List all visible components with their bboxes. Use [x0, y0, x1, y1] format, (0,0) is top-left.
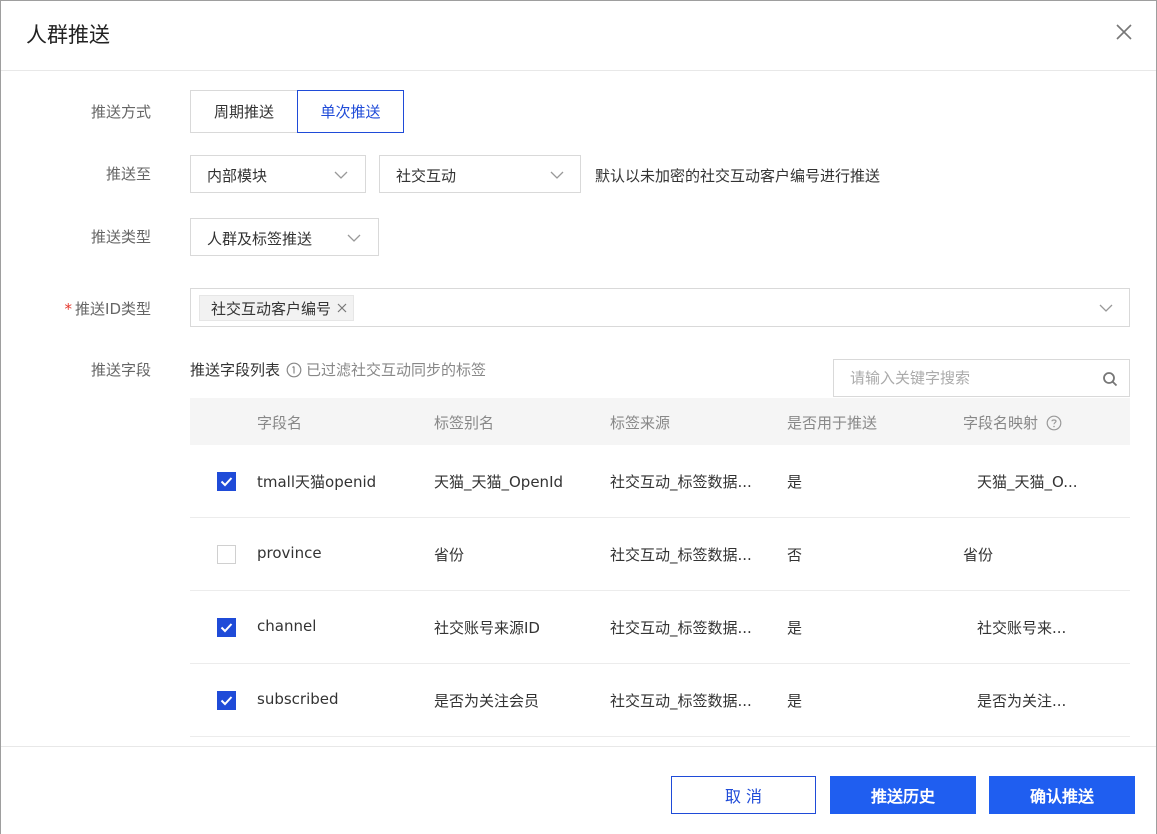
cell-used-for-push: 是: [787, 619, 803, 637]
dialog-header: 人群推送: [1, 1, 1156, 71]
field-list-title: 推送字段列表: [190, 361, 281, 379]
push-target-value: 社交互动: [396, 167, 457, 185]
dialog-title: 人群推送: [26, 23, 110, 47]
cell-field-name: province: [257, 544, 322, 562]
help-icon[interactable]: [1046, 415, 1062, 431]
row-checkbox[interactable]: [217, 691, 236, 710]
search-input[interactable]: [834, 360, 1094, 396]
push-target-select[interactable]: 社交互动: [379, 155, 581, 193]
push-type-label: 推送类型: [90, 228, 151, 246]
dialog-footer: 取 消 推送历史 确认推送: [1, 746, 1156, 834]
cell-field-mapping[interactable]: 天猫_天猫_O...: [977, 471, 1117, 492]
cell-field-mapping[interactable]: 是否为关注...: [977, 690, 1117, 711]
cell-used-for-push: 是: [787, 473, 803, 491]
push-to-label: 推送至: [105, 165, 151, 183]
cell-tag-source: 社交互动_标签数据...: [610, 473, 752, 491]
row-checkbox[interactable]: [217, 472, 236, 491]
cell-tag-source: 社交互动_标签数据...: [610, 619, 752, 637]
chevron-down-icon: [1099, 304, 1113, 312]
field-list-header: 推送字段列表 已过滤社交互动同步的标签: [190, 359, 486, 380]
id-type-tag: 社交互动客户编号: [199, 295, 355, 321]
cell-tag-source: 社交互动_标签数据...: [610, 546, 752, 564]
row-checkbox[interactable]: [217, 618, 236, 637]
search-icon[interactable]: [1102, 371, 1118, 387]
push-to-hint: 默认以未加密的社交互动客户编号进行推送: [595, 167, 881, 185]
push-dialog: 人群推送 推送方式 周期推送 单次推送 推送至 内部模块 社交互动 默认以未加密…: [0, 0, 1157, 834]
column-field-mapping-label: 字段名映射: [963, 414, 1039, 432]
table-row: channel 社交账号来源ID 社交互动_标签数据... 是 社交账号来...: [190, 591, 1130, 664]
tag-remove-icon[interactable]: [337, 303, 347, 313]
info-icon: [286, 362, 302, 378]
push-id-type-select[interactable]: 社交互动客户编号: [190, 288, 1130, 327]
field-search[interactable]: [833, 359, 1130, 397]
push-mode-periodic[interactable]: 周期推送: [190, 90, 298, 133]
row-checkbox[interactable]: [217, 545, 236, 564]
push-mode-single[interactable]: 单次推送: [297, 90, 404, 133]
column-tag-alias: 标签别名: [434, 414, 495, 432]
cell-field-name: tmall天猫openid: [257, 473, 377, 491]
cell-used-for-push: 是: [787, 692, 803, 710]
cell-field-mapping[interactable]: 社交账号来...: [977, 617, 1117, 638]
table-row: province 省份 社交互动_标签数据... 否 省份: [190, 518, 1130, 591]
close-icon[interactable]: [1113, 21, 1135, 43]
id-type-tag-label: 社交互动客户编号: [211, 299, 332, 318]
cell-field-name: subscribed: [257, 690, 339, 708]
chevron-down-icon: [347, 234, 361, 242]
push-type-value: 人群及标签推送: [207, 230, 313, 248]
cell-used-for-push: 否: [787, 546, 803, 564]
cell-tag-alias: 社交账号来源ID: [434, 619, 540, 637]
cell-field-mapping: 省份: [963, 546, 994, 564]
push-history-button[interactable]: 推送历史: [830, 776, 976, 814]
table-header: 字段名 标签别名 标签来源 是否用于推送 字段名映射: [190, 398, 1130, 445]
cell-tag-alias: 省份: [434, 546, 465, 564]
push-fields-label: 推送字段: [90, 361, 151, 379]
column-tag-source: 标签来源: [610, 414, 671, 432]
column-field-mapping: 字段名映射: [963, 412, 1062, 433]
push-module-select[interactable]: 内部模块: [190, 155, 366, 193]
cell-tag-alias: 是否为关注会员: [434, 692, 540, 710]
confirm-push-button[interactable]: 确认推送: [989, 776, 1135, 814]
required-mark: *: [64, 300, 73, 318]
field-list-note: 已过滤社交互动同步的标签: [306, 361, 487, 379]
push-id-type-label: * 推送ID类型: [1, 298, 151, 319]
table-row: tmall天猫openid 天猫_天猫_OpenId 社交互动_标签数据... …: [190, 445, 1130, 518]
push-module-value: 内部模块: [207, 167, 268, 185]
cell-tag-source: 社交互动_标签数据...: [610, 692, 752, 710]
cancel-button[interactable]: 取 消: [671, 776, 816, 814]
push-mode-label: 推送方式: [90, 103, 151, 121]
cell-field-name: channel: [257, 617, 317, 635]
cell-tag-alias: 天猫_天猫_OpenId: [434, 473, 564, 491]
chevron-down-icon: [550, 171, 564, 179]
push-type-select[interactable]: 人群及标签推送: [190, 218, 379, 256]
column-field-name: 字段名: [257, 414, 303, 432]
column-used-for-push: 是否用于推送: [787, 414, 878, 432]
push-id-type-label-text: 推送ID类型: [75, 300, 151, 318]
table-row: subscribed 是否为关注会员 社交互动_标签数据... 是 是否为关注.…: [190, 664, 1130, 737]
chevron-down-icon: [334, 171, 348, 179]
